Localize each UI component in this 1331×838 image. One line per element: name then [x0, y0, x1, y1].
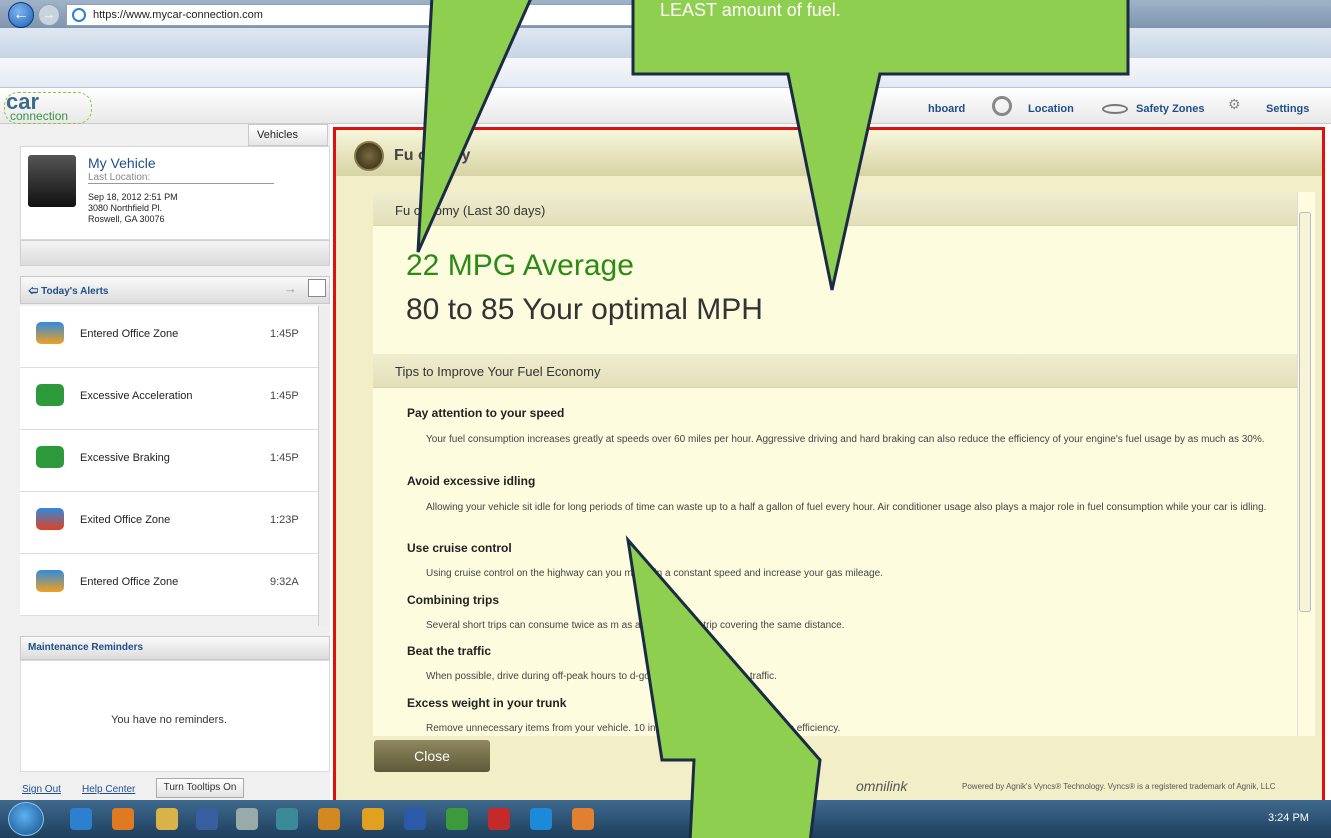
callout-bottom [625, 535, 822, 838]
callout-overlays [416, 0, 1130, 838]
callout-top-right [631, 0, 1130, 291]
callout-top-left [416, 0, 532, 253]
callout-top-right-text: LEAST amount of fuel. [660, 0, 841, 20]
